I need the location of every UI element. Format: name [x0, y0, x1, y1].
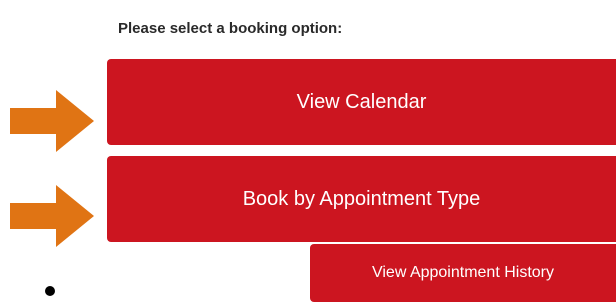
book-by-appointment-type-label: Book by Appointment Type [242, 187, 481, 210]
view-calendar-label: View Calendar [296, 90, 427, 113]
right-arrow-icon [10, 90, 94, 152]
book-by-appointment-type-button[interactable]: Book by Appointment Type [107, 156, 616, 242]
view-calendar-button[interactable]: View Calendar [107, 59, 616, 145]
view-appointment-history-button[interactable]: View Appointment History [310, 244, 616, 302]
view-appointment-history-label: View Appointment History [371, 264, 554, 281]
booking-prompt: Please select a booking option: [118, 20, 343, 37]
bullet-dot [45, 286, 55, 296]
right-arrow-icon [10, 185, 94, 247]
